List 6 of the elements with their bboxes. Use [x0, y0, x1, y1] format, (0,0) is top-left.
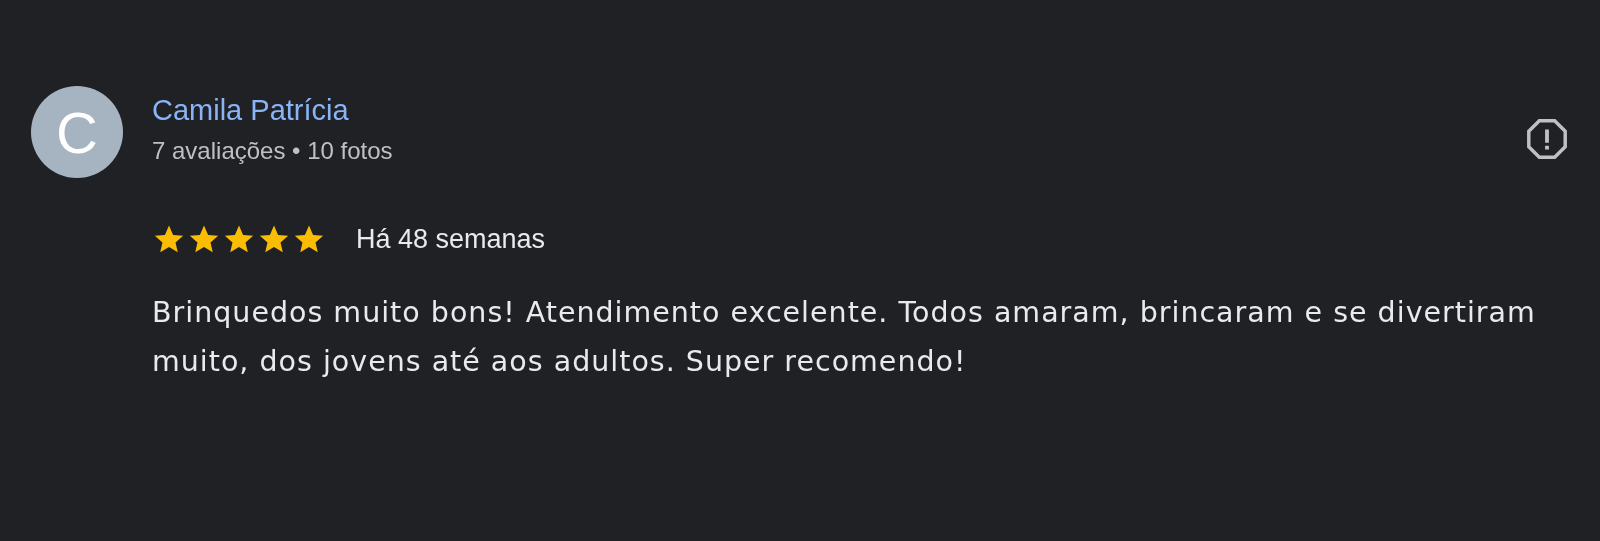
author-name[interactable]: Camila Patrícia: [152, 92, 349, 128]
review-time: Há 48 semanas: [356, 223, 546, 255]
report-icon[interactable]: [1524, 116, 1570, 162]
review-text: Brinquedos muito bons! Atendimento excelente. Todos amaram, brincaram e se divertiram muito, dos jovens até aos adultos. Super recomendo!: [152, 295, 1537, 380]
avatar: C: [31, 86, 123, 178]
author-stats: 7 avaliações • 10 fotos: [152, 136, 393, 166]
